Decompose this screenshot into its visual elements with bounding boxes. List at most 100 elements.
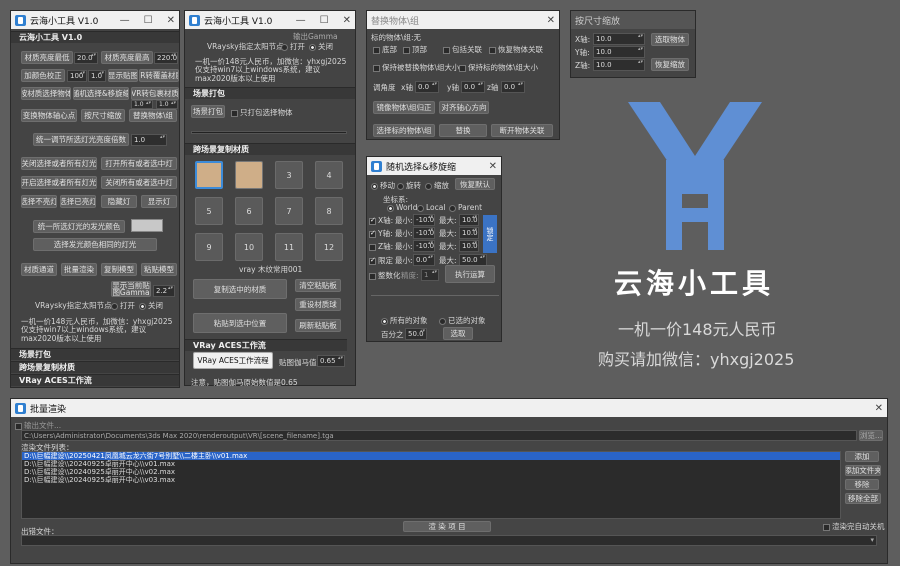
close-icon[interactable]: ✕ [167,15,175,26]
section-scene-pack[interactable]: 场景打包 [11,348,179,360]
maximize-icon[interactable]: ☐ [320,15,329,26]
mirror-reset-button[interactable]: 镜像物体\组归正 [373,101,435,114]
remove-all-button[interactable]: 移除全部 [845,493,881,504]
paste-to-selected-button[interactable]: 粘贴到选中位置 [193,313,287,333]
x-angle-spinner[interactable]: 0.0 [415,81,439,93]
select-same-color-button[interactable]: 选择发光颜色相同的灯光 [33,238,157,251]
lum-max-label[interactable]: 材质亮度最高 [101,51,153,64]
x-min-spinner[interactable]: -10.0 [413,214,435,226]
z-max-spinner[interactable]: 10.0 [459,240,479,252]
limit-checkbox[interactable]: 限定 [369,255,393,266]
scale-by-size-button[interactable]: 按尺寸缩放 [81,109,125,122]
sky-on-radio[interactable]: 打开 [111,300,135,311]
minimize-icon[interactable]: — [296,15,306,26]
pick-button[interactable]: 选取 [443,327,473,340]
z-min-spinner[interactable]: -10.0 [413,240,435,252]
material-slot[interactable]: 10 [235,233,263,261]
list-item[interactable]: D:\\巨幅建设\\20240925卓丽开中心\\v02.max [22,468,840,476]
close-all-lights-button[interactable]: 关闭所有或者选中灯 [101,176,177,189]
refresh-clipboard-button[interactable]: 刷新粘贴板 [295,319,341,332]
y-size-spinner[interactable]: 10.0 [593,46,645,58]
map-gamma-spinner[interactable]: 0.65 [317,355,345,367]
paste-model-button[interactable]: 粘贴模型 [141,263,177,276]
add-button[interactable]: 添加 [845,451,879,462]
y-axis-checkbox[interactable]: Y轴: [369,228,393,239]
material-slot[interactable]: 8 [315,197,343,225]
pivot-button[interactable]: 变换物体轴心点 [21,109,77,122]
include-assoc-checkbox[interactable]: 包括关联 [443,44,482,55]
y-min-spinner[interactable]: -10.0 [413,227,435,239]
rotate-radio[interactable]: 旋转 [397,180,421,191]
sky-on-radio[interactable]: 打开 [281,41,305,52]
random-select-button[interactable]: 随机选择&移旋缩 [73,87,129,100]
move-radio[interactable]: 移动 [371,180,395,191]
top-checkbox[interactable]: 顶部 [403,44,427,55]
align-pivot-button[interactable]: 对齐轴心方向 [439,101,489,114]
vr-override-button[interactable]: VR转覆盖材质 [139,69,179,82]
section-cross-scene-material[interactable]: 跨场景复制材质 [185,143,355,155]
maximize-icon[interactable]: ☐ [144,15,153,26]
title-bar[interactable]: 按尺寸缩放 [571,11,695,29]
pick-object-button[interactable]: 选取物体 [651,33,689,46]
copy-model-button[interactable]: 复制模型 [101,263,137,276]
keep-replaced-size-checkbox[interactable]: 保持被替换物体\组大小 [373,62,460,73]
lock-toggle[interactable]: 锁定 [483,215,497,253]
select-by-material-button[interactable]: 按材质选择物体 [21,87,71,100]
material-slot[interactable]: 9 [195,233,223,261]
aces-workflow-button[interactable]: VRay ACES工作流程 [193,352,273,369]
base-checkbox[interactable]: 底部 [373,44,397,55]
keep-target-size-checkbox[interactable]: 保持标的物体\组大小 [459,62,538,73]
output-path-field[interactable]: C:\Users\Administrator\Documents\3ds Max… [21,430,857,441]
close-icon[interactable]: ✕ [489,161,497,172]
percent-spinner[interactable]: 50.0 [405,328,427,340]
show-current-gamma-button[interactable]: 显示当前贴图Gamma [111,281,151,297]
precision-spinner[interactable]: 1 [421,269,439,281]
add-folder-button[interactable]: 添加文件夹 [845,465,881,476]
minimize-icon[interactable]: — [120,15,130,26]
title-bar[interactable]: 云海小工具 V1.0 — ☐ ✕ [11,11,179,29]
batch-render-button[interactable]: 批量渲染 [61,263,97,276]
section-header-main[interactable]: 云海小工具 V1.0 [11,31,179,43]
reset-material-button[interactable]: 重设材质球 [295,298,341,311]
material-slot[interactable]: 3 [275,161,303,189]
pick-target-button[interactable]: 选择标的物体\组 [373,124,435,137]
parent-radio[interactable]: Parent [449,203,482,212]
browse-button[interactable]: 浏览... [859,430,883,441]
section-scene-pack[interactable]: 场景打包 [185,87,355,99]
restore-default-button[interactable]: 恢复默认 [455,178,495,190]
color-correct-button[interactable]: 加颜色校正 [21,69,65,82]
select-off-lights-button[interactable]: 选择不亮灯 [21,195,57,208]
y-max-spinner[interactable]: 10.0 [459,227,479,239]
uniform-light-spinner[interactable]: 1.0 [131,134,167,146]
select-on-lights-button[interactable]: 选择已亮灯 [60,195,96,208]
gamma-spinner[interactable]: 2.2 [153,285,175,297]
copy-selected-material-button[interactable]: 复制选中的材质 [193,279,287,299]
color-a-spinner[interactable]: 100 [67,70,87,82]
close-icon[interactable]: ✕ [547,15,555,26]
scale-radio[interactable]: 缩放 [425,180,449,191]
close-icon[interactable]: ✕ [875,403,883,414]
break-assoc-button[interactable]: 断开物体关联 [491,124,553,137]
x-max-spinner[interactable]: 10.0 [459,214,479,226]
section-vray-aces[interactable]: VRay ACES工作流 [185,339,347,351]
remove-button[interactable]: 移除 [845,479,879,490]
open-selected-lights-button[interactable]: 开启选择或者所有灯光 [21,176,97,189]
z-size-spinner[interactable]: 10.0 [593,59,645,71]
lum-min-spinner[interactable]: 20.0 [74,52,98,64]
emit-color-swatch[interactable] [131,219,163,232]
title-bar[interactable]: 云海小工具 V1.0 — ☐ ✕ [185,11,355,29]
replace-button[interactable]: 替换 [439,124,487,137]
list-item[interactable]: D:\\巨幅建设\\20240925卓丽开中心\\v01.max [22,460,840,468]
list-item[interactable]: D:\\巨幅建设\\20250421凤凰城云龙六街7号别墅\\二楼主卧\\v01… [22,452,840,460]
material-slot[interactable]: 12 [315,233,343,261]
title-bar[interactable]: 替换物体\组 ✕ [367,11,559,29]
all-objects-radio[interactable]: 所有的对象 [381,315,428,326]
lum-min-label[interactable]: 材质亮度最低 [21,51,73,64]
material-slot[interactable] [195,161,223,189]
sky-off-radio[interactable]: 关闭 [139,300,163,311]
show-lights-button[interactable]: 显示灯 [141,195,177,208]
material-slot[interactable]: 6 [235,197,263,225]
vr-val-b[interactable]: 1.0 [156,100,178,109]
lum-max-spinner[interactable]: 220.0 [154,52,178,64]
x-size-spinner[interactable]: 10.0 [593,33,645,45]
